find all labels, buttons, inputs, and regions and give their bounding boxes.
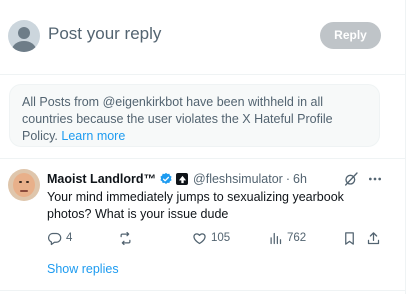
default-avatar-body	[12, 41, 36, 52]
bookmark-icon	[345, 231, 354, 245]
learn-more-link[interactable]: Learn more	[61, 129, 125, 143]
tweet-header: Maoist Landlord™ @fleshsimulator · 6h	[47, 171, 307, 187]
bookmark-action[interactable]	[342, 230, 357, 246]
heart-icon	[193, 232, 206, 244]
share-icon	[367, 231, 380, 244]
avatar-mouth	[20, 190, 28, 192]
arrow-up-icon	[178, 175, 186, 183]
avatar-eye	[26, 181, 29, 183]
timestamp[interactable]: 6h	[293, 172, 307, 186]
like-count: 105	[211, 232, 231, 244]
views-action[interactable]: 762	[268, 230, 306, 246]
separator-dot: ·	[285, 172, 291, 186]
author-handle[interactable]: @fleshsimulator	[193, 172, 283, 186]
divider	[0, 290, 405, 291]
reply-button[interactable]: Reply	[320, 22, 381, 49]
divider	[0, 74, 405, 75]
views-chart-icon	[270, 232, 282, 244]
more-options-icon[interactable]	[367, 171, 383, 187]
avatar-eye	[19, 181, 22, 183]
reply-input[interactable]: Post your reply	[48, 24, 161, 44]
reply-icon	[47, 232, 62, 245]
show-replies-link[interactable]: Show replies	[47, 262, 119, 276]
divider	[0, 158, 405, 159]
affiliate-badge-icon[interactable]	[176, 173, 189, 185]
default-avatar-head	[18, 27, 30, 39]
share-action[interactable]	[366, 230, 381, 246]
author-name[interactable]: Maoist Landlord™	[47, 172, 156, 186]
reply-composer: Post your reply Reply	[0, 0, 405, 74]
like-action[interactable]: 105	[192, 230, 230, 246]
reply-action[interactable]: 4	[47, 230, 72, 246]
grok-icon[interactable]	[343, 171, 359, 187]
avatar[interactable]	[8, 20, 40, 52]
repost-action[interactable]	[118, 230, 133, 246]
withheld-notice: All Posts from @eigenkirkbot have been w…	[9, 84, 380, 147]
tweet-text: Your mind immediately jumps to sexualizi…	[47, 190, 344, 221]
avatar-face	[13, 173, 35, 197]
avatar[interactable]	[8, 169, 40, 201]
repost-icon	[120, 231, 131, 245]
view-count: 762	[287, 232, 307, 244]
verified-badge-icon	[160, 172, 172, 184]
reply-count: 4	[66, 232, 73, 244]
